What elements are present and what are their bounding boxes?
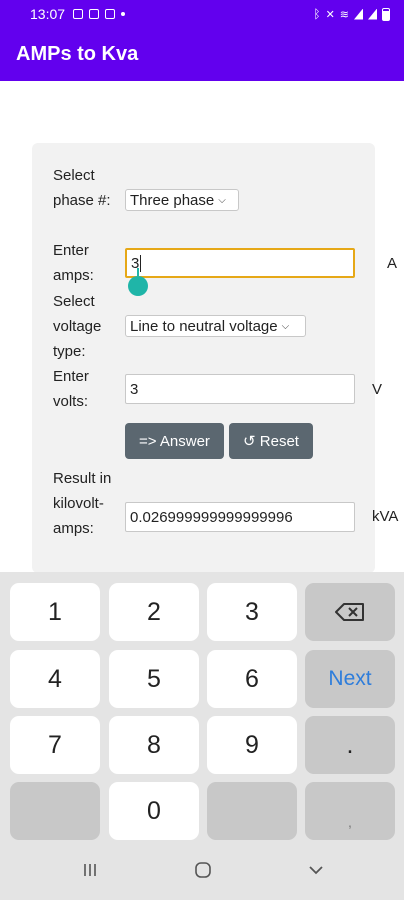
home-icon[interactable] — [194, 862, 212, 883]
voltage-type-select[interactable]: Line to neutral voltage ⌵ — [125, 315, 306, 337]
reset-button[interactable]: ↺ Reset — [229, 423, 313, 459]
volts-label: Enter volts: — [53, 368, 89, 410]
key-comma[interactable]: , — [305, 782, 395, 840]
amps-unit: A — [387, 255, 398, 272]
volts-unit: V — [372, 381, 383, 398]
key-period[interactable]: . — [305, 716, 395, 774]
phase-select[interactable]: Three phase ⌵ — [125, 189, 239, 211]
answer-button[interactable]: => Answer — [125, 423, 224, 459]
key-5[interactable]: 5 — [109, 650, 199, 708]
key-9[interactable]: 9 — [207, 716, 297, 774]
chevron-down-icon: ⌵ — [281, 320, 290, 332]
bluetooth-icon: ᛒ — [313, 7, 321, 21]
key-7[interactable]: 7 — [10, 716, 100, 774]
key-1[interactable]: 1 — [10, 583, 100, 641]
phase-label: Select phase #: — [53, 167, 111, 209]
key-0[interactable]: 0 — [109, 782, 199, 840]
result-field[interactable]: 0.026999999999999996 — [125, 502, 355, 532]
recent-apps-icon[interactable] — [82, 862, 98, 883]
chevron-down-icon: ⌵ — [218, 194, 226, 206]
amps-input[interactable]: 3 — [125, 248, 355, 278]
backspace-key[interactable] — [305, 583, 395, 641]
key-4[interactable]: 4 — [10, 650, 100, 708]
signal-icon — [368, 8, 377, 20]
text-cursor — [140, 254, 142, 272]
navigation-bar — [0, 848, 404, 900]
key-2[interactable]: 2 — [109, 583, 199, 641]
gallery-icon — [73, 9, 84, 19]
numeric-keyboard: 1 2 3 4 5 6 Next 7 8 9 . 0 , — [0, 572, 404, 848]
dot-icon — [121, 12, 126, 16]
key-3[interactable]: 3 — [207, 583, 297, 641]
result-unit: kVA — [372, 508, 399, 525]
voltage-type-value: Line to neutral voltage — [130, 317, 278, 335]
next-key[interactable]: Next — [305, 650, 395, 708]
battery-icon — [382, 7, 390, 21]
key-6[interactable]: 6 — [207, 650, 297, 708]
wifi-icon: ≋ — [339, 8, 349, 21]
gallery-icon — [89, 9, 100, 19]
result-label: Result in kilovolt-amps: — [53, 470, 112, 537]
app-title: AMPs to Kva — [16, 43, 139, 65]
empty-key — [10, 782, 100, 840]
signal-icon — [354, 8, 363, 20]
status-bar: 13:07 ᛒ ✕ ≋ — [0, 0, 404, 28]
backspace-icon — [335, 603, 365, 621]
key-8[interactable]: 8 — [109, 716, 199, 774]
text-selection-handle[interactable] — [128, 268, 148, 296]
volts-input-value: 3 — [130, 380, 139, 398]
empty-key — [207, 782, 297, 840]
status-time: 13:07 — [30, 6, 66, 22]
voltage-type-label: Select voltage type: — [53, 293, 102, 360]
save-icon — [105, 9, 116, 19]
back-icon[interactable] — [307, 862, 325, 883]
volts-input[interactable]: 3 — [125, 374, 355, 404]
amps-label: Enter amps: — [53, 242, 94, 284]
mute-icon: ✕ — [325, 8, 335, 21]
phase-select-value: Three phase — [130, 191, 215, 209]
app-bar: AMPs to Kva — [0, 28, 404, 81]
result-value: 0.026999999999999996 — [130, 508, 293, 526]
